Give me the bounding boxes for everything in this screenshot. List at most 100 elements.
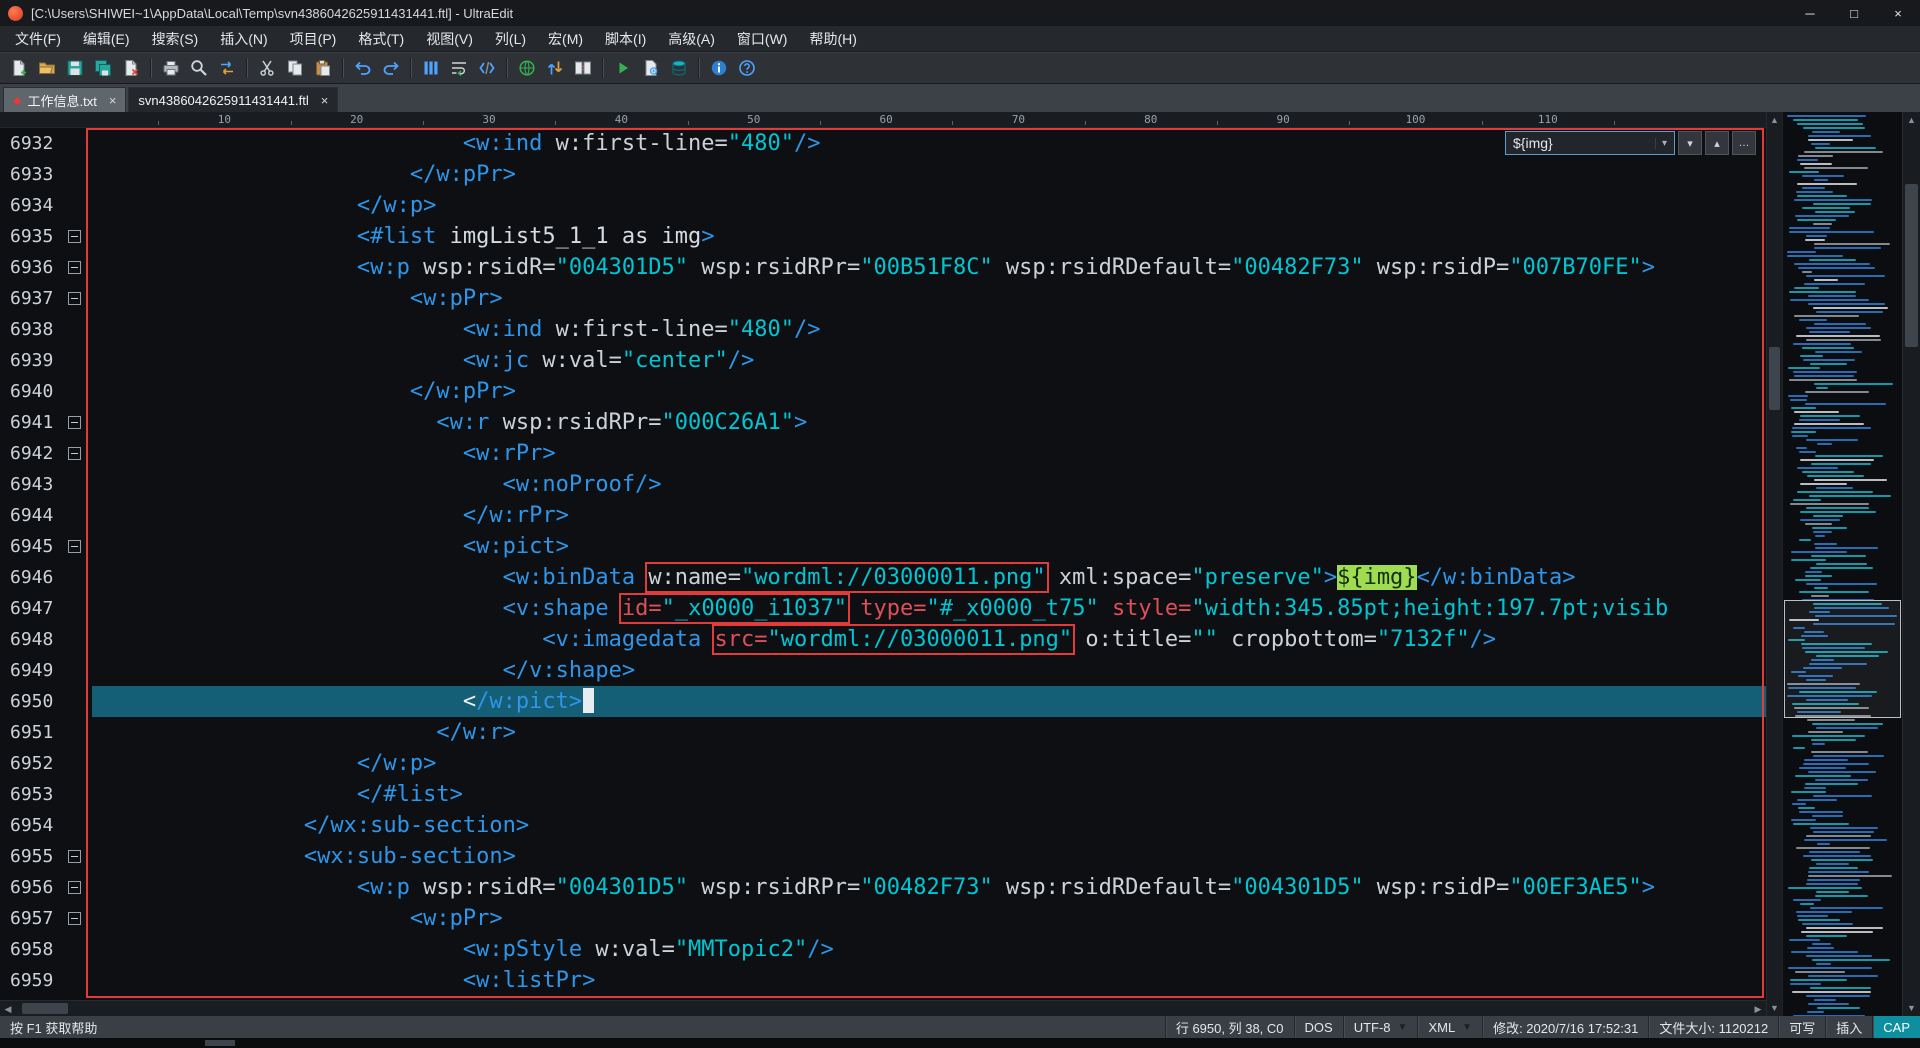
scroll-up-icon[interactable]: ▲	[1767, 112, 1782, 128]
code-line[interactable]: </v:shape>	[92, 655, 1766, 686]
fold-marker-icon[interactable]	[68, 447, 81, 460]
minimap[interactable]	[1782, 112, 1902, 1016]
code-line[interactable]: <w:pPr>	[92, 903, 1766, 934]
code-line[interactable]: <w:pPr>	[92, 283, 1766, 314]
code-line[interactable]: <w:p wsp:rsidR="004301D5" wsp:rsidRPr="0…	[92, 872, 1766, 903]
code-line[interactable]: <w:listPr>	[92, 965, 1766, 996]
fold-marker-icon[interactable]	[68, 850, 81, 863]
info-button[interactable]	[706, 55, 732, 81]
find-next-button[interactable]: ▾	[1678, 131, 1702, 155]
ftp-button[interactable]	[542, 55, 568, 81]
code-line[interactable]: <v:shape id="_x0000_i1037" type="#_x0000…	[92, 593, 1766, 624]
horizontal-scrollbar-thumb[interactable]	[22, 1003, 68, 1014]
code-line[interactable]: </#list>	[92, 779, 1766, 810]
code-line[interactable]: <w:jc w:val="center"/>	[92, 345, 1766, 376]
fold-marker-icon[interactable]	[68, 230, 81, 243]
new-file-button[interactable]	[6, 55, 32, 81]
code-line[interactable]: </w:rPr>	[92, 500, 1766, 531]
cut-button[interactable]	[254, 55, 280, 81]
code-line[interactable]: </w:pict>	[92, 686, 1766, 717]
menu-project[interactable]: 项目(P)	[279, 26, 348, 51]
scroll-down-icon[interactable]: ▼	[1903, 1000, 1920, 1016]
play-macro-button[interactable]	[610, 55, 636, 81]
code-line[interactable]: </w:r>	[92, 717, 1766, 748]
database-button[interactable]	[666, 55, 692, 81]
replace-button[interactable]	[214, 55, 240, 81]
help-button[interactable]	[734, 55, 760, 81]
code-line[interactable]: <w:rPr>	[92, 438, 1766, 469]
menu-column[interactable]: 列(L)	[484, 26, 537, 51]
find-input[interactable]: ${img} ▾	[1505, 131, 1675, 155]
code-line[interactable]: <v:imagedata src="wordml://03000011.png"…	[92, 624, 1766, 655]
close-icon[interactable]: ×	[321, 93, 329, 108]
code-line[interactable]: </w:pPr>	[92, 159, 1766, 190]
menu-file[interactable]: 文件(F)	[4, 26, 72, 51]
column-mode-button[interactable]	[418, 55, 444, 81]
status-syntax-dropdown[interactable]: XML ▼	[1417, 1016, 1482, 1038]
status-encoding-dropdown[interactable]: UTF-8 ▼	[1342, 1016, 1418, 1038]
undo-button[interactable]	[350, 55, 376, 81]
close-icon[interactable]: ×	[109, 93, 117, 108]
minimap-scrollbar[interactable]: ▲ ▼	[1902, 112, 1920, 1016]
save-all-button[interactable]	[90, 55, 116, 81]
fold-marker-icon[interactable]	[68, 540, 81, 553]
paste-button[interactable]	[310, 55, 336, 81]
maximize-button[interactable]: □	[1832, 0, 1876, 26]
find-button[interactable]	[186, 55, 212, 81]
open-file-button[interactable]	[34, 55, 60, 81]
menu-help[interactable]: 帮助(H)	[798, 26, 867, 51]
script-button[interactable]	[638, 55, 664, 81]
code-line[interactable]: <w:noProof/>	[92, 469, 1766, 500]
code-line[interactable]: <w:p wsp:rsidR="004301D5" wsp:rsidRPr="0…	[92, 252, 1766, 283]
status-insert-mode[interactable]: 插入	[1825, 1016, 1872, 1038]
menu-macro[interactable]: 宏(M)	[537, 26, 594, 51]
fold-marker-icon[interactable]	[68, 912, 81, 925]
globe-button[interactable]	[514, 55, 540, 81]
fold-marker-icon[interactable]	[68, 261, 81, 274]
minimap-scrollbar-thumb[interactable]	[1905, 184, 1918, 348]
horizontal-scrollbar[interactable]: ◀ ▶	[0, 1000, 1766, 1016]
compare-files-button[interactable]	[570, 55, 596, 81]
fold-marker-icon[interactable]	[68, 881, 81, 894]
fold-marker-icon[interactable]	[68, 292, 81, 305]
html-tags-button[interactable]	[474, 55, 500, 81]
code-line[interactable]: </wx:sub-section>	[92, 810, 1766, 841]
menu-edit[interactable]: 编辑(E)	[72, 26, 141, 51]
menu-script[interactable]: 脚本(I)	[594, 26, 657, 51]
close-file-button[interactable]	[118, 55, 144, 81]
code-area[interactable]: <w:ind w:first-line="480"/> </w:pPr> </w…	[90, 128, 1766, 1000]
code-line[interactable]: <wx:sub-section>	[92, 841, 1766, 872]
scroll-down-icon[interactable]: ▼	[1767, 1000, 1782, 1016]
status-position[interactable]: 行 6950, 列 38, C0	[1164, 1016, 1294, 1038]
code-line[interactable]: </w:p>	[92, 748, 1766, 779]
menu-view[interactable]: 视图(V)	[415, 26, 484, 51]
find-options-button[interactable]: …	[1732, 131, 1756, 155]
code-line[interactable]: <w:pict>	[92, 531, 1766, 562]
tab-ftl-file[interactable]: svn4386042625911431441.ftl ×	[128, 87, 339, 112]
minimap-viewport[interactable]	[1784, 600, 1901, 718]
code-line[interactable]: </w:pPr>	[92, 376, 1766, 407]
status-caps[interactable]: CAP	[1872, 1016, 1920, 1038]
menu-search[interactable]: 搜索(S)	[141, 26, 210, 51]
menu-window[interactable]: 窗口(W)	[726, 26, 799, 51]
chevron-down-icon[interactable]: ▾	[1654, 137, 1667, 149]
close-button[interactable]: ×	[1876, 0, 1920, 26]
minimize-button[interactable]: ─	[1788, 0, 1832, 26]
code-line[interactable]: <w:pStyle w:val="MMTopic2"/>	[92, 934, 1766, 965]
scroll-up-icon[interactable]: ▲	[1903, 112, 1920, 128]
code-line[interactable]: <w:binData w:name="wordml://03000011.png…	[92, 562, 1766, 593]
vertical-scrollbar-thumb[interactable]	[1769, 347, 1780, 411]
menu-format[interactable]: 格式(T)	[347, 26, 415, 51]
print-button[interactable]	[158, 55, 184, 81]
find-prev-button[interactable]: ▴	[1705, 131, 1729, 155]
status-line-ending[interactable]: DOS	[1293, 1016, 1343, 1038]
code-line[interactable]: <w:r wsp:rsidRPr="000C26A1">	[92, 407, 1766, 438]
code-line[interactable]: <#list imgList5_1_1 as img>	[92, 221, 1766, 252]
tab-work-info[interactable]: ◆ 工作信息.txt ×	[3, 87, 127, 112]
save-button[interactable]	[62, 55, 88, 81]
vertical-scrollbar[interactable]: ▲ ▼	[1766, 112, 1782, 1016]
code-line[interactable]: </w:p>	[92, 190, 1766, 221]
menu-advanced[interactable]: 高级(A)	[657, 26, 726, 51]
code-line[interactable]: <w:ind w:first-line="480"/>	[92, 314, 1766, 345]
fold-marker-icon[interactable]	[68, 416, 81, 429]
